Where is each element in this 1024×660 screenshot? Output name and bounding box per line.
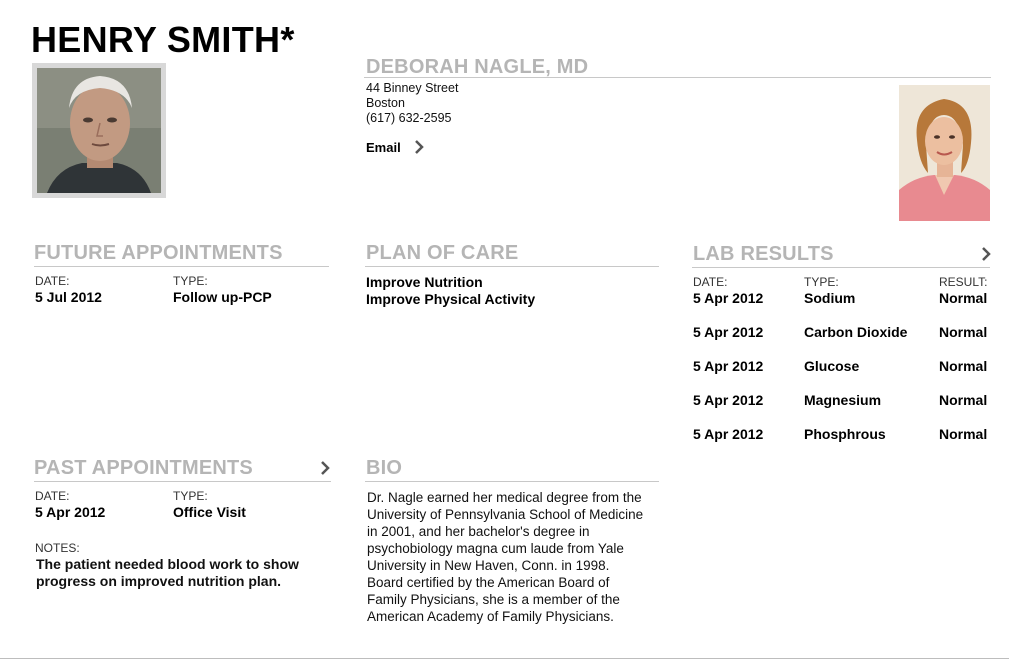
doctor-portrait-image — [899, 85, 990, 221]
lab-result-value: Normal — [939, 324, 988, 340]
future-appointments-title: FUTURE APPOINTMENTS — [34, 242, 283, 264]
patient-portrait-image — [37, 68, 161, 193]
lab-result-date: 5 Apr 2012 — [693, 358, 764, 374]
future-type-label: TYPE: — [173, 274, 208, 288]
bio-line: Dr. Nagle earned her medical degree from… — [367, 490, 642, 505]
lab-result-row[interactable]: 5 Apr 2012 Phosphrous Normal — [693, 426, 990, 444]
notes-label: NOTES: — [35, 541, 80, 555]
lab-result-label: RESULT: — [939, 275, 988, 289]
lab-date-label: DATE: — [693, 275, 728, 289]
future-appointment-type: Follow up-PCP — [173, 289, 272, 305]
notes-text-line: progress on improved nutrition plan. — [36, 573, 282, 589]
lab-results-more-chevron-icon[interactable] — [980, 246, 992, 262]
bio-line: psychobiology magna cum laude from Yale — [367, 541, 624, 556]
lab-result-type: Magnesium — [804, 392, 882, 408]
lab-result-type: Sodium — [804, 290, 856, 306]
lab-result-type: Phosphrous — [804, 426, 886, 442]
email-label: Email — [366, 139, 401, 155]
past-appointment-type: Office Visit — [173, 504, 246, 520]
bio-line: Board certified by the American Board of — [367, 575, 610, 590]
doctor-divider — [364, 77, 991, 78]
doctor-photo — [899, 85, 990, 221]
lab-result-value: Normal — [939, 290, 988, 306]
doctor-name: DEBORAH NAGLE, MD — [366, 56, 589, 78]
bio-line: Family Physicians, she is a member of th… — [367, 592, 620, 607]
past-appointment-row[interactable]: 5 Apr 2012 Office Visit — [35, 504, 331, 522]
past-date-label: DATE: — [35, 489, 70, 503]
bottom-divider — [0, 658, 1009, 659]
doctor-phone: (617) 632-2595 — [366, 111, 452, 125]
lab-result-date: 5 Apr 2012 — [693, 324, 764, 340]
lab-result-row[interactable]: 5 Apr 2012 Sodium Normal — [693, 290, 990, 308]
lab-result-date: 5 Apr 2012 — [693, 426, 764, 442]
doctor-address-line2: Boston — [366, 96, 405, 110]
lab-result-type: Glucose — [804, 358, 860, 374]
plan-item: Improve Physical Activity — [366, 291, 536, 307]
past-type-label: TYPE: — [173, 489, 208, 503]
notes-text-line: The patient needed blood work to show — [36, 556, 299, 572]
bio-line: American Academy of Family Physicians. — [367, 609, 614, 624]
chevron-right-icon — [414, 140, 424, 154]
email-link[interactable]: Email — [366, 139, 425, 155]
lab-type-label: TYPE: — [804, 275, 839, 289]
lab-result-date: 5 Apr 2012 — [693, 290, 764, 306]
doctor-address-line1: 44 Binney Street — [366, 81, 459, 95]
lab-result-date: 5 Apr 2012 — [693, 392, 764, 408]
plan-of-care-divider — [365, 266, 659, 267]
lab-result-row[interactable]: 5 Apr 2012 Glucose Normal — [693, 358, 990, 376]
plan-of-care-title: PLAN OF CARE — [366, 242, 519, 264]
bio-line: University in New Haven, Conn. in 1998. — [367, 558, 610, 573]
lab-result-type: Carbon Dioxide — [804, 324, 908, 340]
bio-text: Dr. Nagle earned her medical degree from… — [367, 489, 643, 625]
bio-line: in 2001, and her bachelor's degree in — [367, 524, 590, 539]
patient-name: HENRY SMITH* — [31, 19, 295, 60]
past-appointments-more-chevron-icon[interactable] — [319, 460, 331, 476]
lab-result-row[interactable]: 5 Apr 2012 Carbon Dioxide Normal — [693, 324, 990, 342]
lab-results-title: LAB RESULTS — [693, 243, 834, 265]
future-appointment-date: 5 Jul 2012 — [35, 289, 102, 305]
bio-line: University of Pennsylvania School of Med… — [367, 507, 644, 522]
lab-result-value: Normal — [939, 392, 988, 408]
past-appointments-divider — [34, 481, 331, 482]
past-appointments-title: PAST APPOINTMENTS — [34, 457, 253, 479]
future-appointment-row[interactable]: 5 Jul 2012 Follow up-PCP — [35, 289, 329, 307]
lab-result-value: Normal — [939, 426, 988, 442]
plan-item: Improve Nutrition — [366, 274, 483, 290]
patient-photo — [32, 63, 166, 198]
bio-divider — [365, 481, 659, 482]
future-appointments-divider — [34, 266, 329, 267]
lab-result-row[interactable]: 5 Apr 2012 Magnesium Normal — [693, 392, 990, 410]
past-appointment-date: 5 Apr 2012 — [35, 504, 106, 520]
bio-title: BIO — [366, 457, 403, 479]
lab-result-value: Normal — [939, 358, 988, 374]
lab-results-divider — [692, 267, 990, 268]
future-date-label: DATE: — [35, 274, 70, 288]
